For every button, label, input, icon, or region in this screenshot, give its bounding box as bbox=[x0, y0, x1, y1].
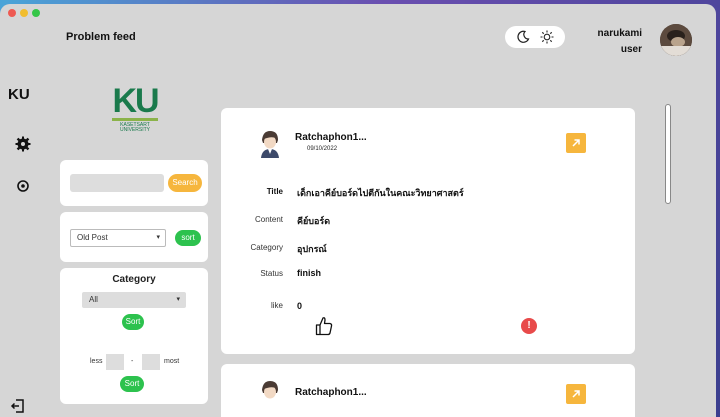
range-min-input[interactable] bbox=[106, 354, 124, 370]
post-category: อุปกรณ์ bbox=[297, 244, 327, 254]
settings-icon[interactable] bbox=[15, 178, 31, 194]
title-label: Title bbox=[266, 187, 283, 196]
avatar-photo bbox=[660, 24, 692, 56]
range-max-input[interactable] bbox=[142, 354, 160, 370]
category-select-value: All bbox=[89, 295, 98, 304]
post-author[interactable]: Ratchaphon1... bbox=[295, 132, 367, 143]
like-range-filter: less - most bbox=[60, 354, 208, 370]
ku-logo-letters: KU bbox=[112, 82, 159, 120]
post-author-avatar bbox=[261, 131, 279, 158]
avatar[interactable] bbox=[660, 24, 692, 56]
logout-icon[interactable] bbox=[10, 398, 26, 414]
category-title: Category bbox=[112, 274, 156, 285]
search-panel: Search bbox=[60, 160, 208, 206]
chevron-down-icon: ▾ bbox=[176, 296, 180, 303]
moon-icon[interactable] bbox=[516, 30, 530, 44]
theme-toggle[interactable] bbox=[505, 26, 565, 48]
content-label: Content bbox=[254, 215, 283, 224]
range-most-label: most bbox=[164, 358, 180, 365]
post-status: finish bbox=[297, 268, 321, 278]
category-label: Category bbox=[250, 243, 283, 252]
sun-icon[interactable] bbox=[540, 30, 554, 44]
ku-logo: KU KASETSART UNIVERSITY bbox=[110, 82, 160, 133]
category-panel: Category All ▾ Sort less - most Sort bbox=[60, 268, 208, 404]
post-content: คีย์บอร์ด bbox=[297, 216, 331, 226]
scrollbar-thumb[interactable] bbox=[665, 104, 671, 204]
category-select[interactable]: All ▾ bbox=[82, 292, 186, 308]
post-date: 09/10/2022 bbox=[307, 146, 338, 152]
category-sort-button[interactable]: Sort bbox=[122, 314, 144, 330]
rail-logo[interactable]: KU bbox=[8, 86, 30, 103]
status-label: Status bbox=[260, 269, 283, 278]
sort-panel: Old Post ▾ sort bbox=[60, 212, 208, 262]
post-author-avatar bbox=[262, 381, 278, 399]
sidebar-rail: KU bbox=[0, 4, 46, 417]
feed-scrollbar[interactable] bbox=[664, 104, 672, 417]
ku-logo-subtitle-2: UNIVERSITY bbox=[119, 127, 150, 133]
user-role: user bbox=[620, 44, 642, 55]
like-label: like bbox=[270, 301, 283, 310]
report-icon[interactable]: ! bbox=[521, 318, 537, 334]
post-card: Ratchaphon1... 09/10/2022 Title เด็กเอาค… bbox=[221, 108, 635, 354]
range-sort-button[interactable]: Sort bbox=[120, 376, 144, 392]
chevron-down-icon: ▾ bbox=[156, 234, 160, 241]
gear-icon[interactable] bbox=[15, 136, 31, 152]
search-button[interactable]: Search bbox=[168, 174, 202, 192]
arrow-up-right-icon bbox=[572, 139, 580, 147]
page-title: Problem feed bbox=[66, 31, 136, 43]
thumbs-up-icon[interactable] bbox=[315, 316, 333, 336]
sort-order-select[interactable]: Old Post ▾ bbox=[70, 229, 166, 247]
post-card: Ratchaphon1... bbox=[221, 364, 635, 417]
range-dash: - bbox=[131, 358, 134, 365]
user-name: narukami bbox=[597, 28, 642, 39]
search-input[interactable] bbox=[70, 174, 164, 192]
post-author[interactable]: Ratchaphon1... bbox=[295, 387, 367, 398]
arrow-up-right-icon bbox=[572, 390, 580, 398]
user-info: narukami user bbox=[598, 26, 642, 58]
range-less-label: less bbox=[90, 358, 103, 365]
open-post-button[interactable] bbox=[566, 384, 586, 404]
sort-button[interactable]: sort bbox=[175, 230, 201, 246]
sort-order-value: Old Post bbox=[77, 233, 108, 242]
open-post-button[interactable] bbox=[566, 133, 586, 153]
like-count: 0 bbox=[297, 301, 303, 311]
app-window: KU Problem feed narukami user KU KASETSA… bbox=[0, 4, 716, 417]
post-title: เด็กเอาคีย์บอร์ดไปตีกันในคณะวิทยาศาสตร์ bbox=[297, 188, 464, 198]
